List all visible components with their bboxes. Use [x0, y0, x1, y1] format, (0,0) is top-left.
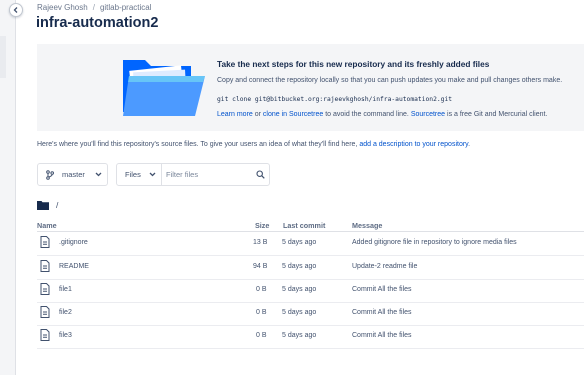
file-last-commit[interactable]: 5 days ago	[282, 239, 316, 246]
path-text[interactable]: /	[56, 200, 58, 210]
sidebar-gutter	[0, 0, 16, 375]
file-last-commit[interactable]: 5 days ago	[282, 286, 316, 293]
table-row[interactable]: file1 0 B 5 days ago Commit All the file…	[37, 279, 584, 302]
table-row[interactable]: .gitignore 13 B 5 days ago Added gitigno…	[37, 232, 584, 255]
banner-heading: Take the next steps for this new reposit…	[217, 59, 490, 69]
file-name[interactable]: file2	[59, 309, 72, 316]
add-description-link[interactable]: add a description to your repository	[359, 141, 468, 148]
file-commit-message[interactable]: Update-2 readme file	[352, 263, 417, 270]
banner-description: Copy and connect the repository locally …	[217, 77, 563, 84]
file-icon	[40, 329, 50, 341]
filter-files-input[interactable]	[161, 163, 270, 186]
breadcrumb-separator: /	[92, 3, 95, 12]
file-icon	[40, 236, 50, 248]
branch-selector-button[interactable]: master	[37, 163, 108, 186]
files-dropdown-button[interactable]: Files	[116, 163, 162, 186]
file-last-commit[interactable]: 5 days ago	[282, 263, 316, 270]
file-size: 0 B	[256, 286, 267, 293]
file-commit-message[interactable]: Added gitignore file in repository to ig…	[352, 239, 517, 246]
branch-name: master	[62, 170, 85, 179]
breadcrumb-project[interactable]: gitlab-practical	[100, 3, 152, 12]
learn-more-link[interactable]: Learn more	[217, 111, 253, 118]
file-last-commit[interactable]: 5 days ago	[282, 309, 316, 316]
file-name[interactable]: file1	[59, 286, 72, 293]
banner-links: Learn more or clone in Sourcetree to avo…	[217, 111, 547, 118]
file-name[interactable]: README	[59, 263, 89, 270]
repo-intro-text: Here's where you'll find this repository…	[37, 141, 470, 148]
page-title: infra-automation2	[36, 15, 159, 31]
file-name[interactable]: .gitignore	[59, 239, 88, 246]
column-header-size[interactable]: Size	[255, 221, 269, 231]
file-size: 0 B	[256, 309, 267, 316]
folder-icon	[37, 201, 49, 210]
folder-illustration-icon	[123, 60, 205, 116]
breadcrumb-owner[interactable]: Rajeev Ghosh	[37, 3, 88, 12]
current-path: /	[37, 200, 58, 210]
file-icon	[40, 283, 50, 295]
file-icon	[40, 260, 50, 272]
file-last-commit[interactable]: 5 days ago	[282, 332, 316, 339]
file-size: 13 B	[253, 239, 268, 246]
sourcetree-link[interactable]: Sourcetree	[411, 111, 445, 118]
file-commit-message[interactable]: Commit All the files	[352, 332, 412, 339]
files-dropdown-label: Files	[125, 170, 141, 179]
column-header-message[interactable]: Message	[352, 221, 382, 231]
chevron-left-icon	[13, 7, 18, 13]
file-commit-message[interactable]: Commit All the files	[352, 309, 412, 316]
file-name[interactable]: file3	[59, 332, 72, 339]
sidebar-highlight	[0, 36, 6, 78]
search-icon[interactable]	[256, 170, 265, 179]
file-icon	[40, 306, 50, 318]
column-header-last-commit[interactable]: Last commit	[283, 221, 325, 231]
collapse-sidebar-button[interactable]	[9, 3, 23, 17]
intro-end: .	[468, 141, 471, 148]
branch-icon	[46, 169, 54, 180]
clone-in-sourcetree-link[interactable]: clone in Sourcetree	[263, 111, 323, 118]
row-divider	[37, 348, 584, 349]
file-commit-message[interactable]: Commit All the files	[352, 286, 412, 293]
file-size: 94 B	[253, 263, 268, 270]
breadcrumb: Rajeev Ghosh / gitlab-practical	[37, 3, 152, 12]
chevron-down-icon	[149, 172, 156, 177]
chevron-down-icon	[95, 172, 102, 177]
banner-text-or: or	[252, 111, 263, 118]
table-row[interactable]: file2 0 B 5 days ago Commit All the file…	[37, 302, 584, 325]
clone-command[interactable]: git clone git@bitbucket.org:rajeevkghosh…	[217, 96, 452, 103]
intro-text: Here's where you'll find this repository…	[37, 141, 360, 148]
banner-text-free: is a free Git and Mercurial client.	[445, 111, 548, 118]
banner-text-avoid: to avoid the command line.	[323, 111, 411, 118]
file-size: 0 B	[256, 332, 267, 339]
table-row[interactable]: README 94 B 5 days ago Update-2 readme f…	[37, 256, 584, 279]
table-row[interactable]: file3 0 B 5 days ago Commit All the file…	[37, 325, 584, 348]
column-header-name[interactable]: Name	[37, 221, 57, 231]
